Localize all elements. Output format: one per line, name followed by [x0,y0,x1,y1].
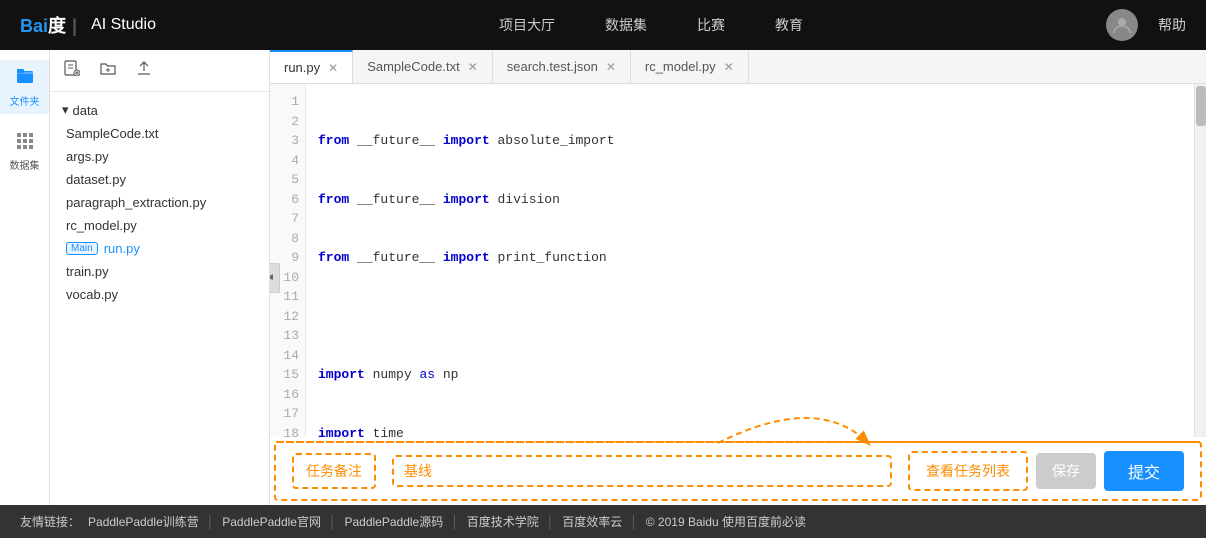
tab-runpy-label: run.py [284,60,320,75]
tree-item-dataset[interactable]: dataset.py [50,168,269,191]
submit-button[interactable]: 提交 [1104,451,1184,491]
logo-area: Bai度| AI Studio [20,12,156,38]
footer-link-paddlesrc[interactable]: PaddlePaddle源码 [344,513,443,530]
folder-arrow-icon: ▾ [62,102,69,118]
run-filename: run.py [104,241,140,256]
footer-link-techacademy[interactable]: 百度技术学院 [467,513,539,530]
tree-item-rcmodel[interactable]: rc_model.py [50,214,269,237]
tab-runpy-close[interactable]: ✕ [328,61,338,75]
logo-aistudio: AI Studio [91,16,156,34]
collapse-panel-arrow[interactable]: ◄ [270,263,280,293]
footer-link-paddlecamp[interactable]: PaddlePaddle训练营 [88,513,199,530]
bottom-panel: 任务备注 查看任务列表 保存 提交 [274,441,1202,501]
nav-item-education[interactable]: 教育 [775,15,803,35]
folder-icon [15,66,35,91]
folder-data[interactable]: ▾ data [50,98,269,122]
footer: 友情链接： PaddlePaddle训练营 │ PaddlePaddle官网 │… [0,505,1206,538]
file-tree: ▾ data SampleCode.txt args.py dataset.py… [50,50,270,505]
nav-item-datasets[interactable]: 数据集 [605,15,647,35]
task-note-label: 任务备注 [292,453,376,489]
nav-item-competition[interactable]: 比赛 [697,15,725,35]
tab-samplecode-close[interactable]: ✕ [468,60,478,74]
top-navigation: Bai度| AI Studio 项目大厅 数据集 比赛 教育 帮助 [0,0,1206,50]
baseline-input[interactable] [392,455,892,487]
tree-item-train[interactable]: train.py [50,260,269,283]
new-file-button[interactable] [60,58,84,83]
editor-area: ◄ run.py ✕ SampleCode.txt ✕ search.test.… [270,50,1206,505]
sidebar-icons: 文件夹 数据集 [0,50,50,505]
footer-prefix: 友情链接： [20,513,80,530]
footer-link-efficiency[interactable]: 百度效率云 [562,513,622,530]
logo-baidu: Bai度| [20,12,83,38]
new-folder-button[interactable] [96,58,120,83]
sidebar-item-files[interactable]: 文件夹 [0,60,49,114]
footer-copyright: © 2019 Baidu 使用百度前必读 [646,513,806,530]
tree-item-argspy[interactable]: args.py [50,145,269,168]
main-area: 文件夹 数据集 [0,50,1206,505]
tab-searchtestjson[interactable]: search.test.json ✕ [493,50,631,83]
line-numbers: 12345 678910 1112131415 1617181920 21222… [270,84,306,437]
tree-item-vocab[interactable]: vocab.py [50,283,269,306]
help-link[interactable]: 帮助 [1158,15,1186,35]
tab-runpy[interactable]: run.py ✕ [270,50,353,83]
file-tree-toolbar [50,50,269,92]
editor-tabs: run.py ✕ SampleCode.txt ✕ search.test.js… [270,50,1206,84]
tree-item-paragraph[interactable]: paragraph_extraction.py [50,191,269,214]
nav-item-projects[interactable]: 项目大厅 [499,15,555,35]
main-badge: Main [66,242,98,255]
scrollbar-right[interactable] [1194,84,1206,437]
tab-rcmodel-label: rc_model.py [645,59,716,74]
nav-menu: 项目大厅 数据集 比赛 教育 [196,15,1106,35]
sidebar-item-datasets[interactable]: 数据集 [0,124,49,178]
file-tree-content: ▾ data SampleCode.txt args.py dataset.py… [50,92,269,505]
view-tasks-button[interactable]: 查看任务列表 [908,451,1028,491]
dataset-icon [15,130,35,155]
upload-button[interactable] [132,58,156,83]
tab-rcmodel[interactable]: rc_model.py ✕ [631,50,749,83]
save-button[interactable]: 保存 [1036,453,1096,489]
sidebar-item-datasets-label: 数据集 [10,157,40,172]
avatar[interactable] [1106,9,1138,41]
sidebar-item-files-label: 文件夹 [10,93,40,108]
right-actions: 查看任务列表 保存 提交 [908,451,1184,491]
nav-right: 帮助 [1106,9,1186,41]
code-container: 12345 678910 1112131415 1617181920 21222… [270,84,1206,437]
tab-rcmodel-close[interactable]: ✕ [724,60,734,74]
tab-searchtestjson-label: search.test.json [507,59,598,74]
tab-samplecode[interactable]: SampleCode.txt ✕ [353,50,493,83]
footer-link-paddleofficial[interactable]: PaddlePaddle官网 [222,513,321,530]
tab-samplecode-label: SampleCode.txt [367,59,460,74]
code-lines[interactable]: from __future__ import absolute_import f… [306,84,1194,437]
tree-item-runpy[interactable]: Main run.py [50,237,269,260]
tree-item-samplecode[interactable]: SampleCode.txt [50,122,269,145]
scrollbar-thumb [1196,86,1206,126]
tab-searchtestjson-close[interactable]: ✕ [606,60,616,74]
